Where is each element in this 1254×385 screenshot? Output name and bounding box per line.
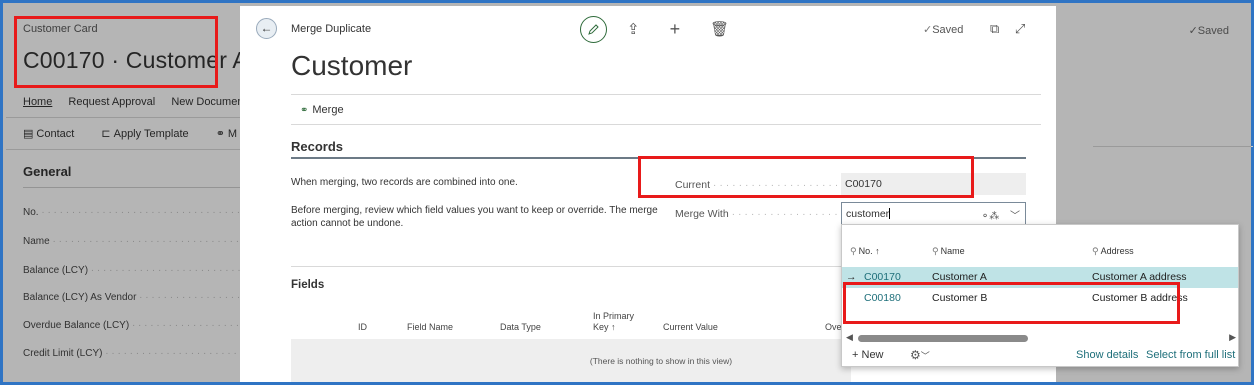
col-current-value-header[interactable]: Current Value bbox=[663, 322, 718, 333]
delete-icon[interactable]: 🗑 bbox=[710, 20, 729, 38]
new-button[interactable]: + New bbox=[852, 349, 884, 361]
divider bbox=[291, 124, 1041, 125]
lookup-row-address: Customer B address bbox=[1092, 292, 1188, 304]
merge-with-controls: ⚬⁂ ﹀ bbox=[981, 207, 1020, 222]
dialog-saved-label: Saved bbox=[932, 24, 964, 36]
col-data-type-header[interactable]: Data Type bbox=[500, 322, 541, 333]
merge-with-label: Merge With bbox=[675, 208, 840, 220]
divider bbox=[291, 94, 1041, 95]
search-icon: ⚲ bbox=[932, 246, 939, 256]
dialog-window-controls: ⧉ ⤢ bbox=[990, 21, 1025, 37]
select-full-list-link[interactable]: Select from full list bbox=[1146, 349, 1235, 361]
dialog-caption: Merge Duplicate bbox=[291, 23, 372, 35]
chevron-down-icon: ﹀ bbox=[920, 351, 930, 361]
lookup-col-address-label: Address bbox=[1100, 246, 1134, 256]
lookup-row-no[interactable]: C00180 bbox=[864, 292, 901, 304]
open-new-window-icon[interactable]: ⧉ bbox=[990, 21, 999, 36]
pencil-icon bbox=[588, 23, 599, 35]
lookup-col-name-label: Name bbox=[940, 246, 965, 256]
settings-menu-button[interactable]: ⚙﹀ bbox=[910, 348, 930, 362]
share-icon[interactable]: ⇪ bbox=[627, 20, 640, 38]
customer-lookup-dropdown: ⚲ No. ↑ ⚲ Name ⚲ Address → C00170 Customer … bbox=[841, 224, 1239, 367]
expand-icon[interactable]: ⤢ bbox=[1015, 21, 1025, 36]
col-in-primary-key-header[interactable]: In Primary Key ↑ bbox=[593, 311, 643, 333]
lookup-col-no-label: No. ↑ bbox=[858, 246, 880, 256]
dialog-saved-status: ✓Saved bbox=[923, 23, 963, 36]
merge-button-label: Merge bbox=[312, 104, 344, 116]
fields-heading[interactable]: Fields bbox=[291, 279, 324, 291]
merge-with-input[interactable]: customer ⚬⁂ ﹀ bbox=[841, 202, 1026, 225]
col-field-name-header[interactable]: Field Name bbox=[407, 322, 453, 333]
lookup-col-no-header[interactable]: ⚲ No. ↑ bbox=[850, 246, 880, 257]
lookup-row[interactable]: → C00170 Customer A Customer A address bbox=[842, 267, 1238, 288]
dialog-toolbar: ⇪ + 🗑 bbox=[580, 15, 729, 43]
search-icon: ⚲ bbox=[1092, 246, 1099, 256]
scrollbar-thumb[interactable] bbox=[858, 335, 1028, 342]
col-override-header[interactable]: Ove bbox=[825, 322, 842, 333]
records-underline bbox=[291, 157, 1026, 159]
lookup-row-address: Customer A address bbox=[1092, 271, 1187, 283]
chevron-down-icon[interactable]: ﹀ bbox=[1010, 211, 1020, 222]
merge-with-text: customer bbox=[846, 208, 890, 220]
divider bbox=[291, 266, 851, 267]
lookup-footer: + New ⚙﹀ Show details Select from full l… bbox=[842, 345, 1238, 366]
add-icon[interactable]: + bbox=[670, 19, 681, 40]
back-arrow-icon: ← bbox=[260, 21, 273, 35]
assist-edit-icon[interactable]: ⚬⁂ bbox=[981, 211, 999, 222]
lookup-row-no[interactable]: C00170 bbox=[864, 271, 901, 283]
current-value: C00170 bbox=[841, 173, 1026, 195]
scroll-right-icon[interactable]: ▶ bbox=[1229, 332, 1236, 343]
merge-icon: ⚭ bbox=[300, 104, 309, 116]
search-icon: ⚲ bbox=[850, 246, 857, 256]
merge-button[interactable]: ⚭ Merge bbox=[300, 104, 344, 116]
show-details-link[interactable]: Show details bbox=[1076, 349, 1138, 361]
new-button-label: New bbox=[861, 349, 884, 361]
col-id-header[interactable]: ID bbox=[358, 322, 367, 333]
lookup-row[interactable]: C00180 Customer B Customer B address bbox=[842, 288, 1238, 309]
plus-icon: + bbox=[852, 349, 859, 361]
lookup-row-name: Customer A bbox=[932, 271, 987, 283]
row-arrow-icon: → bbox=[846, 271, 857, 283]
gear-icon: ⚙ bbox=[910, 348, 921, 362]
scroll-left-icon[interactable]: ◀ bbox=[846, 332, 853, 343]
lookup-col-name-header[interactable]: ⚲ Name bbox=[932, 246, 965, 257]
dialog-title: Customer bbox=[291, 50, 413, 81]
lookup-col-address-header[interactable]: ⚲ Address bbox=[1092, 246, 1134, 257]
edit-button[interactable] bbox=[580, 15, 607, 43]
text-caret bbox=[889, 208, 891, 219]
horizontal-scrollbar[interactable]: ◀ ▶ bbox=[844, 332, 1238, 343]
merge-description-2: Before merging, review which field value… bbox=[291, 205, 658, 229]
back-button[interactable]: ← bbox=[256, 18, 277, 39]
records-heading[interactable]: Records bbox=[291, 139, 343, 154]
lookup-row-name: Customer B bbox=[932, 292, 988, 304]
check-icon: ✓ bbox=[923, 24, 933, 36]
current-label: Current bbox=[675, 179, 840, 191]
merge-description-1: When merging, two records are combined i… bbox=[291, 177, 518, 188]
